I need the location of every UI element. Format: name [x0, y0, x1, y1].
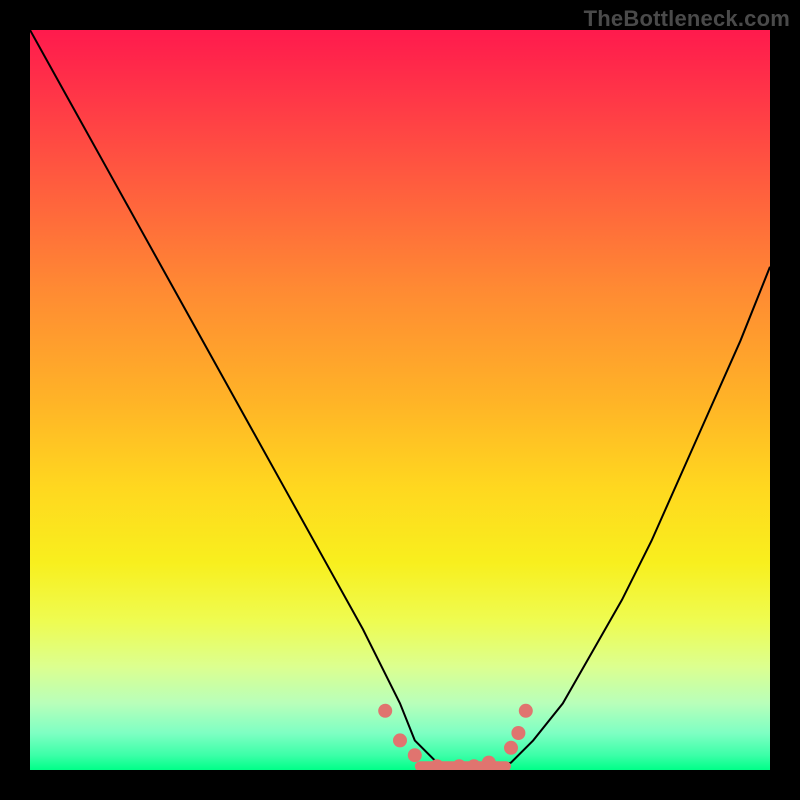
watermark-text: TheBottleneck.com — [584, 6, 790, 32]
marker-dot — [393, 733, 407, 747]
marker-dot — [511, 726, 525, 740]
marker-dot — [504, 741, 518, 755]
marker-dot — [467, 759, 481, 770]
marker-dot — [408, 748, 422, 762]
outer-frame: TheBottleneck.com — [0, 0, 800, 800]
marker-dot — [452, 759, 466, 770]
marker-dot — [378, 704, 392, 718]
marker-dot — [430, 759, 444, 770]
marker-group — [378, 704, 533, 770]
marker-dot — [482, 756, 496, 770]
marker-dot — [519, 704, 533, 718]
bottleneck-curve-svg — [30, 30, 770, 770]
plot-area — [30, 30, 770, 770]
bottleneck-curve-path — [30, 30, 770, 770]
